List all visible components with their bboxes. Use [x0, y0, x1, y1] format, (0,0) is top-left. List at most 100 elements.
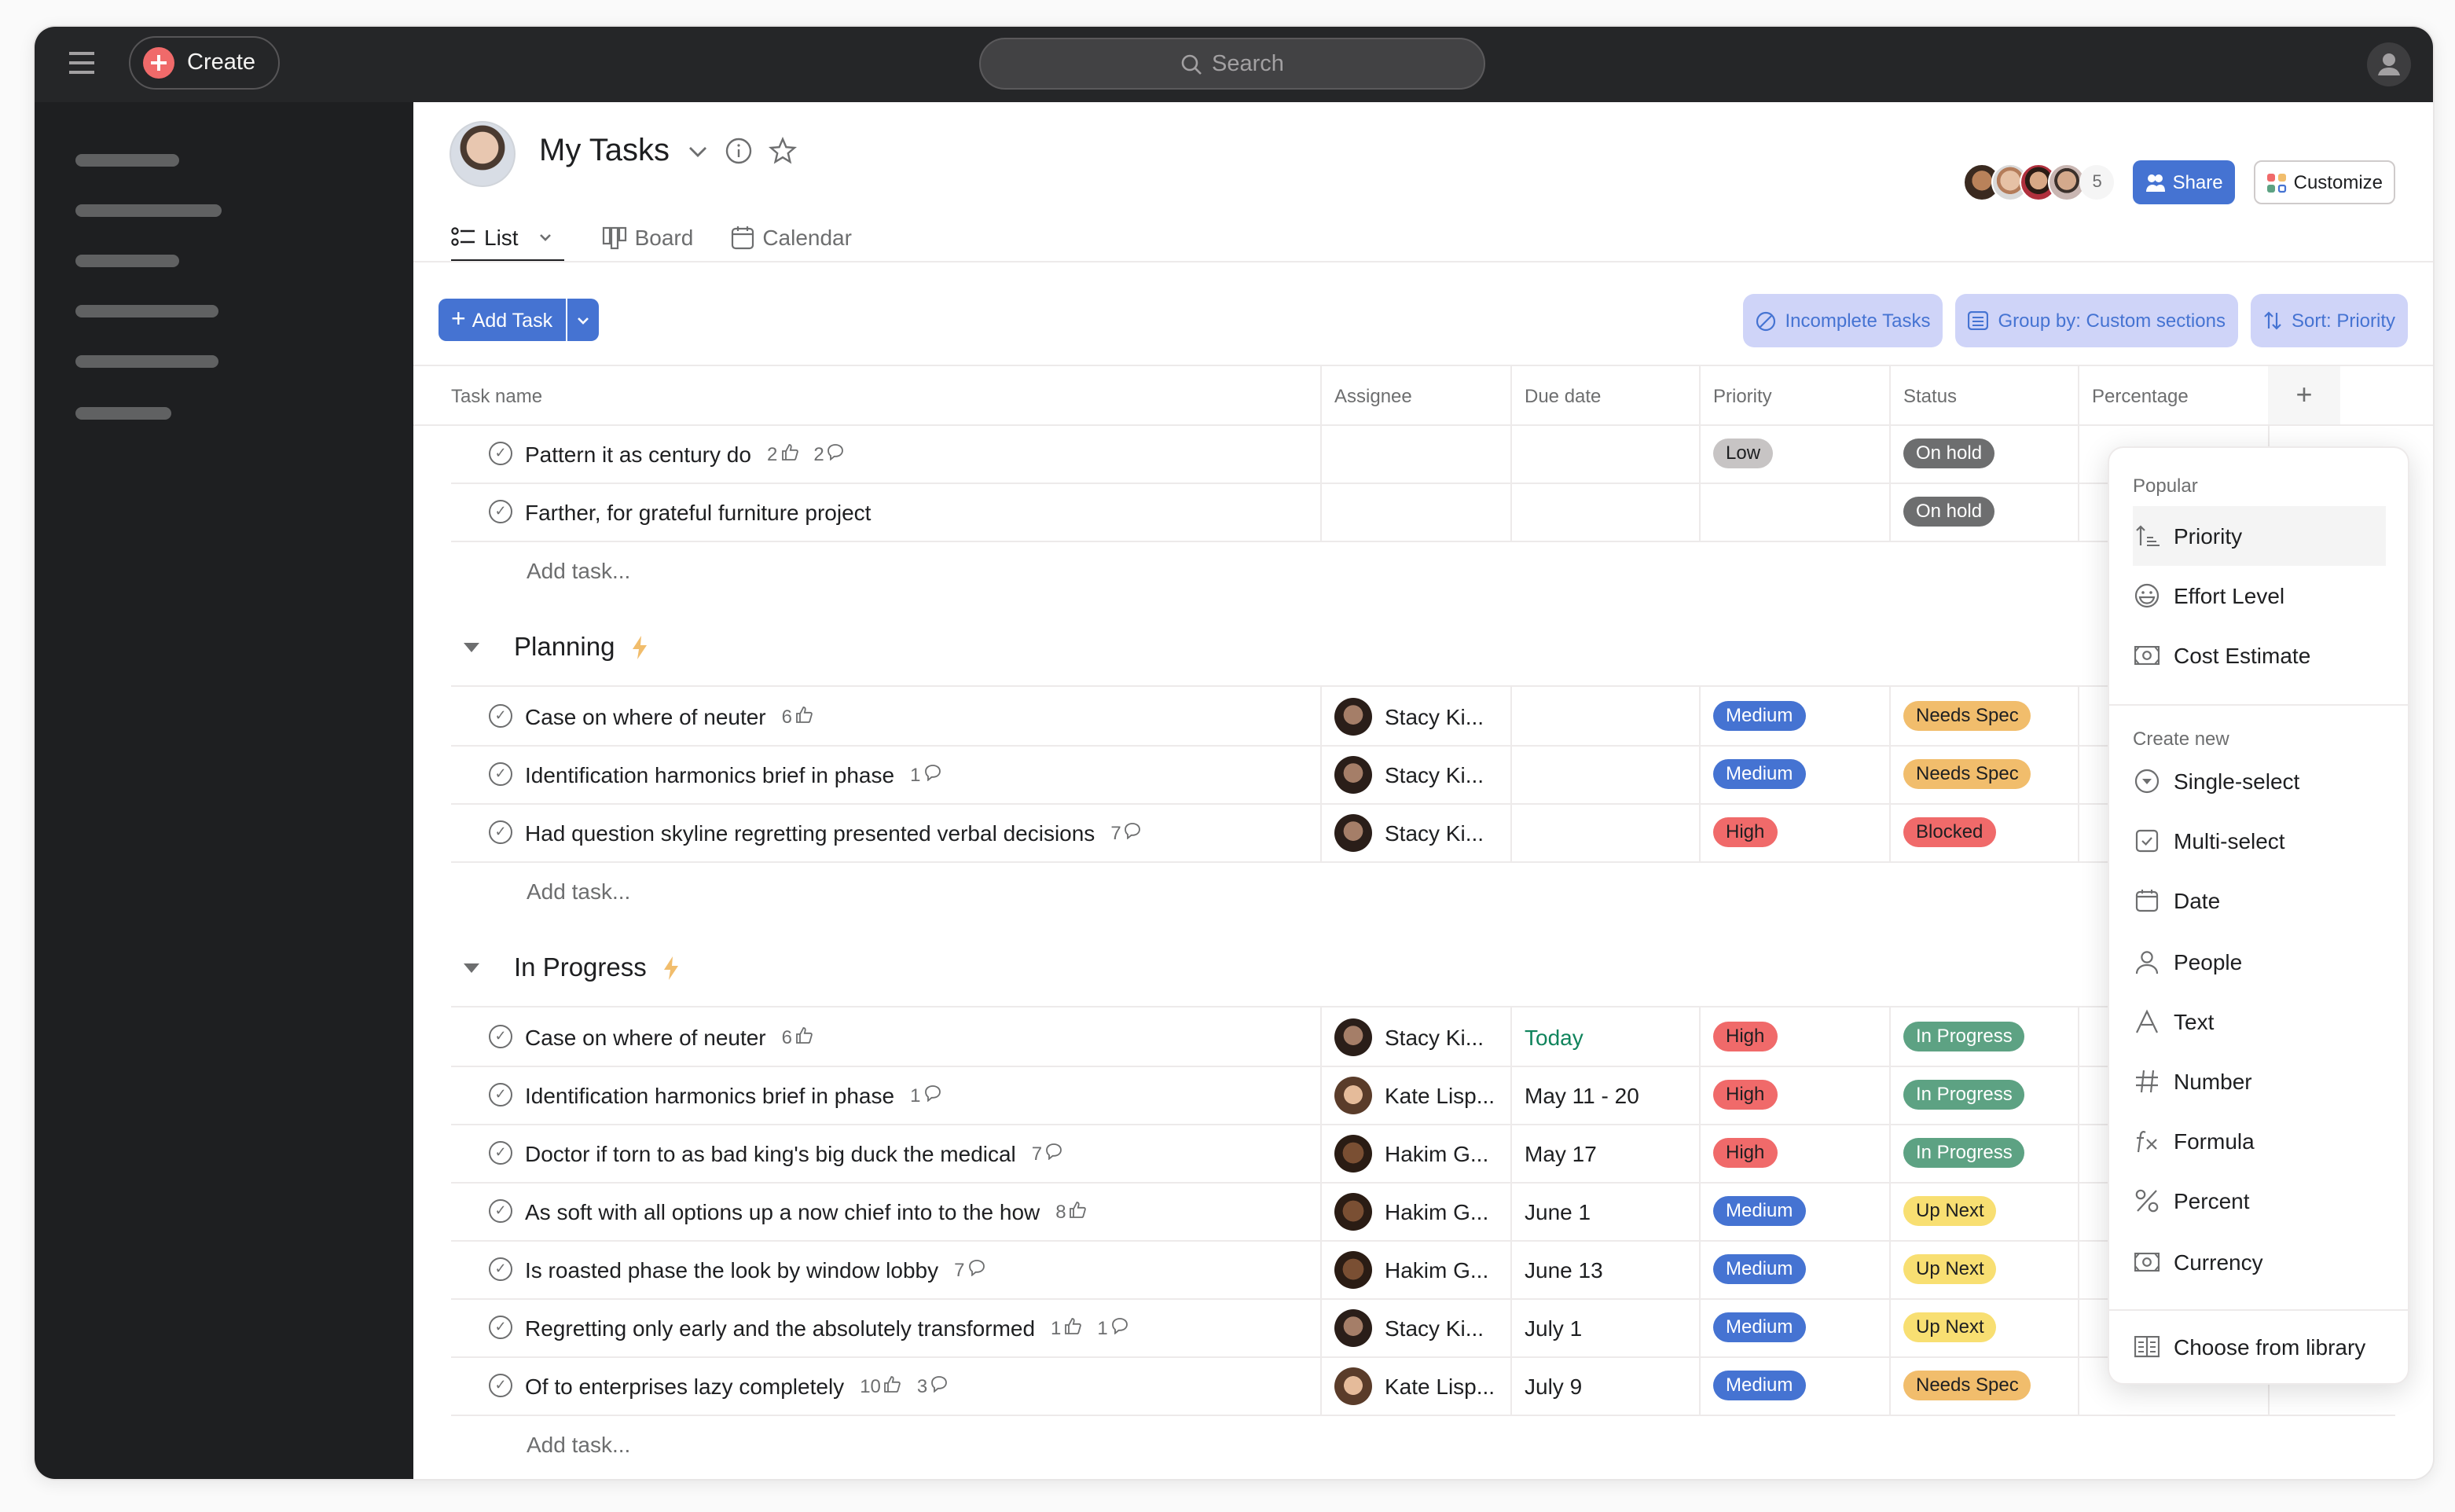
task-name-cell[interactable]: ✓ Farther, for grateful furniture project	[451, 483, 1320, 541]
menu-item-priority[interactable]: Priority	[2133, 506, 2386, 566]
column-header-priority[interactable]: Priority	[1699, 366, 1889, 424]
sidebar-item-placeholder[interactable]	[75, 255, 179, 267]
complete-checkbox-icon[interactable]: ✓	[489, 762, 512, 786]
priority-cell[interactable]: High	[1699, 803, 1889, 861]
assignee-cell[interactable]	[1320, 424, 1510, 483]
priority-cell[interactable]	[1699, 483, 1889, 541]
column-header-percentage[interactable]: Percentage	[2078, 366, 2268, 424]
like-count[interactable]: 1	[1051, 1316, 1082, 1338]
search-input[interactable]: Search	[979, 38, 1485, 90]
priority-cell[interactable]: Medium	[1699, 1240, 1889, 1298]
sidebar-item-placeholder[interactable]	[75, 407, 171, 420]
status-cell[interactable]: Needs Spec	[1889, 1356, 2078, 1415]
task-name-cell[interactable]: ✓ Regretting only early and the absolutel…	[451, 1298, 1320, 1356]
due-date-cell[interactable]	[1510, 483, 1699, 541]
share-button[interactable]: Share	[2133, 160, 2236, 204]
comment-count[interactable]: 1	[910, 1084, 941, 1106]
complete-checkbox-icon[interactable]: ✓	[489, 1141, 512, 1165]
complete-checkbox-icon[interactable]: ✓	[489, 442, 512, 465]
add-task-button[interactable]: + Add Task	[439, 299, 567, 341]
menu-item-single-select[interactable]: Single-select	[2133, 751, 2386, 811]
add-column-button[interactable]: +	[2268, 366, 2340, 424]
column-header-status[interactable]: Status	[1889, 366, 2078, 424]
menu-item-effort-level[interactable]: Effort Level	[2133, 566, 2386, 626]
create-button[interactable]: Create	[129, 36, 280, 90]
complete-checkbox-icon[interactable]: ✓	[489, 1316, 512, 1339]
priority-cell[interactable]: Low	[1699, 424, 1889, 483]
like-count[interactable]: 2	[767, 442, 798, 464]
due-date-cell[interactable]: June 1	[1510, 1182, 1699, 1240]
sidebar-item-placeholder[interactable]	[75, 154, 179, 167]
assignee-cell[interactable]: Stacy Ki...	[1320, 745, 1510, 803]
comment-count[interactable]: 2	[813, 442, 844, 464]
complete-checkbox-icon[interactable]: ✓	[489, 1374, 512, 1397]
filter-incomplete-button[interactable]: Incomplete Tasks	[1742, 294, 1943, 347]
priority-cell[interactable]: Medium	[1699, 745, 1889, 803]
task-name-cell[interactable]: ✓ Identification harmonics brief in phase…	[451, 745, 1320, 803]
comment-count[interactable]: 3	[917, 1374, 948, 1396]
star-icon[interactable]	[769, 136, 797, 173]
status-cell[interactable]: Needs Spec	[1889, 687, 2078, 745]
due-date-cell[interactable]	[1510, 803, 1699, 861]
assignee-cell[interactable]: Kate Lisp...	[1320, 1066, 1510, 1124]
complete-checkbox-icon[interactable]: ✓	[489, 1083, 512, 1106]
due-date-cell[interactable]: July 9	[1510, 1356, 1699, 1415]
complete-checkbox-icon[interactable]: ✓	[489, 820, 512, 844]
due-date-cell[interactable]	[1510, 424, 1699, 483]
hamburger-menu-icon[interactable]	[69, 52, 94, 74]
menu-item-date[interactable]: Date	[2133, 872, 2386, 931]
assignee-cell[interactable]: Stacy Ki...	[1320, 1007, 1510, 1066]
status-cell[interactable]: Needs Spec	[1889, 745, 2078, 803]
sidebar-item-placeholder[interactable]	[75, 305, 218, 317]
section-title[interactable]: In Progress	[514, 953, 647, 983]
like-count[interactable]: 6	[782, 1026, 813, 1048]
sidebar-item-placeholder[interactable]	[75, 204, 222, 217]
caret-down-icon[interactable]	[464, 643, 479, 652]
column-header-due-date[interactable]: Due date	[1510, 366, 1699, 424]
due-date-cell[interactable]: June 13	[1510, 1240, 1699, 1298]
priority-cell[interactable]: Medium	[1699, 1356, 1889, 1415]
menu-item-formula[interactable]: Formula	[2133, 1111, 2386, 1171]
assignee-cell[interactable]: Stacy Ki...	[1320, 803, 1510, 861]
complete-checkbox-icon[interactable]: ✓	[489, 1025, 512, 1048]
assignee-cell[interactable]: Hakim G...	[1320, 1124, 1510, 1182]
task-name-cell[interactable]: ✓ Of to enterprises lazy completely 10 3	[451, 1356, 1320, 1415]
sort-button[interactable]: Sort: Priority	[2250, 294, 2408, 347]
task-name-cell[interactable]: ✓ Identification harmonics brief in phase…	[451, 1066, 1320, 1124]
customize-button[interactable]: Customize	[2254, 160, 2395, 204]
choose-from-library-item[interactable]: Choose from library	[2133, 1317, 2386, 1377]
group-by-button[interactable]: Group by: Custom sections	[1955, 294, 2238, 347]
status-cell[interactable]: In Progress	[1889, 1124, 2078, 1182]
status-cell[interactable]: Up Next	[1889, 1182, 2078, 1240]
menu-item-percent[interactable]: Percent	[2133, 1172, 2386, 1231]
assignee-cell[interactable]	[1320, 483, 1510, 541]
status-cell[interactable]: On hold	[1889, 424, 2078, 483]
menu-item-multi-select[interactable]: Multi-select	[2133, 811, 2386, 871]
tab-board[interactable]: Board	[602, 215, 693, 259]
complete-checkbox-icon[interactable]: ✓	[489, 500, 512, 523]
task-name-cell[interactable]: ✓ Had question skyline regretting present…	[451, 803, 1320, 861]
add-task-inline[interactable]: Add task...	[527, 1432, 630, 1457]
menu-item-number[interactable]: Number	[2133, 1051, 2386, 1111]
add-task-inline[interactable]: Add task...	[527, 558, 630, 583]
comment-count[interactable]: 1	[910, 763, 941, 785]
user-avatar-button[interactable]	[2367, 42, 2411, 86]
task-name-cell[interactable]: ✓ Case on where of neuter 6	[451, 687, 1320, 745]
status-cell[interactable]: In Progress	[1889, 1007, 2078, 1066]
due-date-cell[interactable]	[1510, 687, 1699, 745]
task-name-cell[interactable]: ✓ As soft with all options up a now chief…	[451, 1182, 1320, 1240]
task-name-cell[interactable]: ✓ Is roasted phase the look by window lob…	[451, 1240, 1320, 1298]
tab-list[interactable]: List	[451, 215, 564, 262]
like-count[interactable]: 8	[1055, 1200, 1087, 1222]
complete-checkbox-icon[interactable]: ✓	[489, 1257, 512, 1281]
sidebar-item-placeholder[interactable]	[75, 355, 218, 368]
priority-cell[interactable]: High	[1699, 1066, 1889, 1124]
task-name-cell[interactable]: ✓ Pattern it as century do 2 2	[451, 424, 1320, 483]
status-cell[interactable]: Up Next	[1889, 1298, 2078, 1356]
task-name-cell[interactable]: ✓ Case on where of neuter 6	[451, 1007, 1320, 1066]
menu-item-cost-estimate[interactable]: Cost Estimate	[2133, 626, 2386, 686]
comment-count[interactable]: 1	[1097, 1316, 1128, 1338]
comment-count[interactable]: 7	[954, 1258, 985, 1280]
status-cell[interactable]: Up Next	[1889, 1240, 2078, 1298]
priority-cell[interactable]: Medium	[1699, 1182, 1889, 1240]
